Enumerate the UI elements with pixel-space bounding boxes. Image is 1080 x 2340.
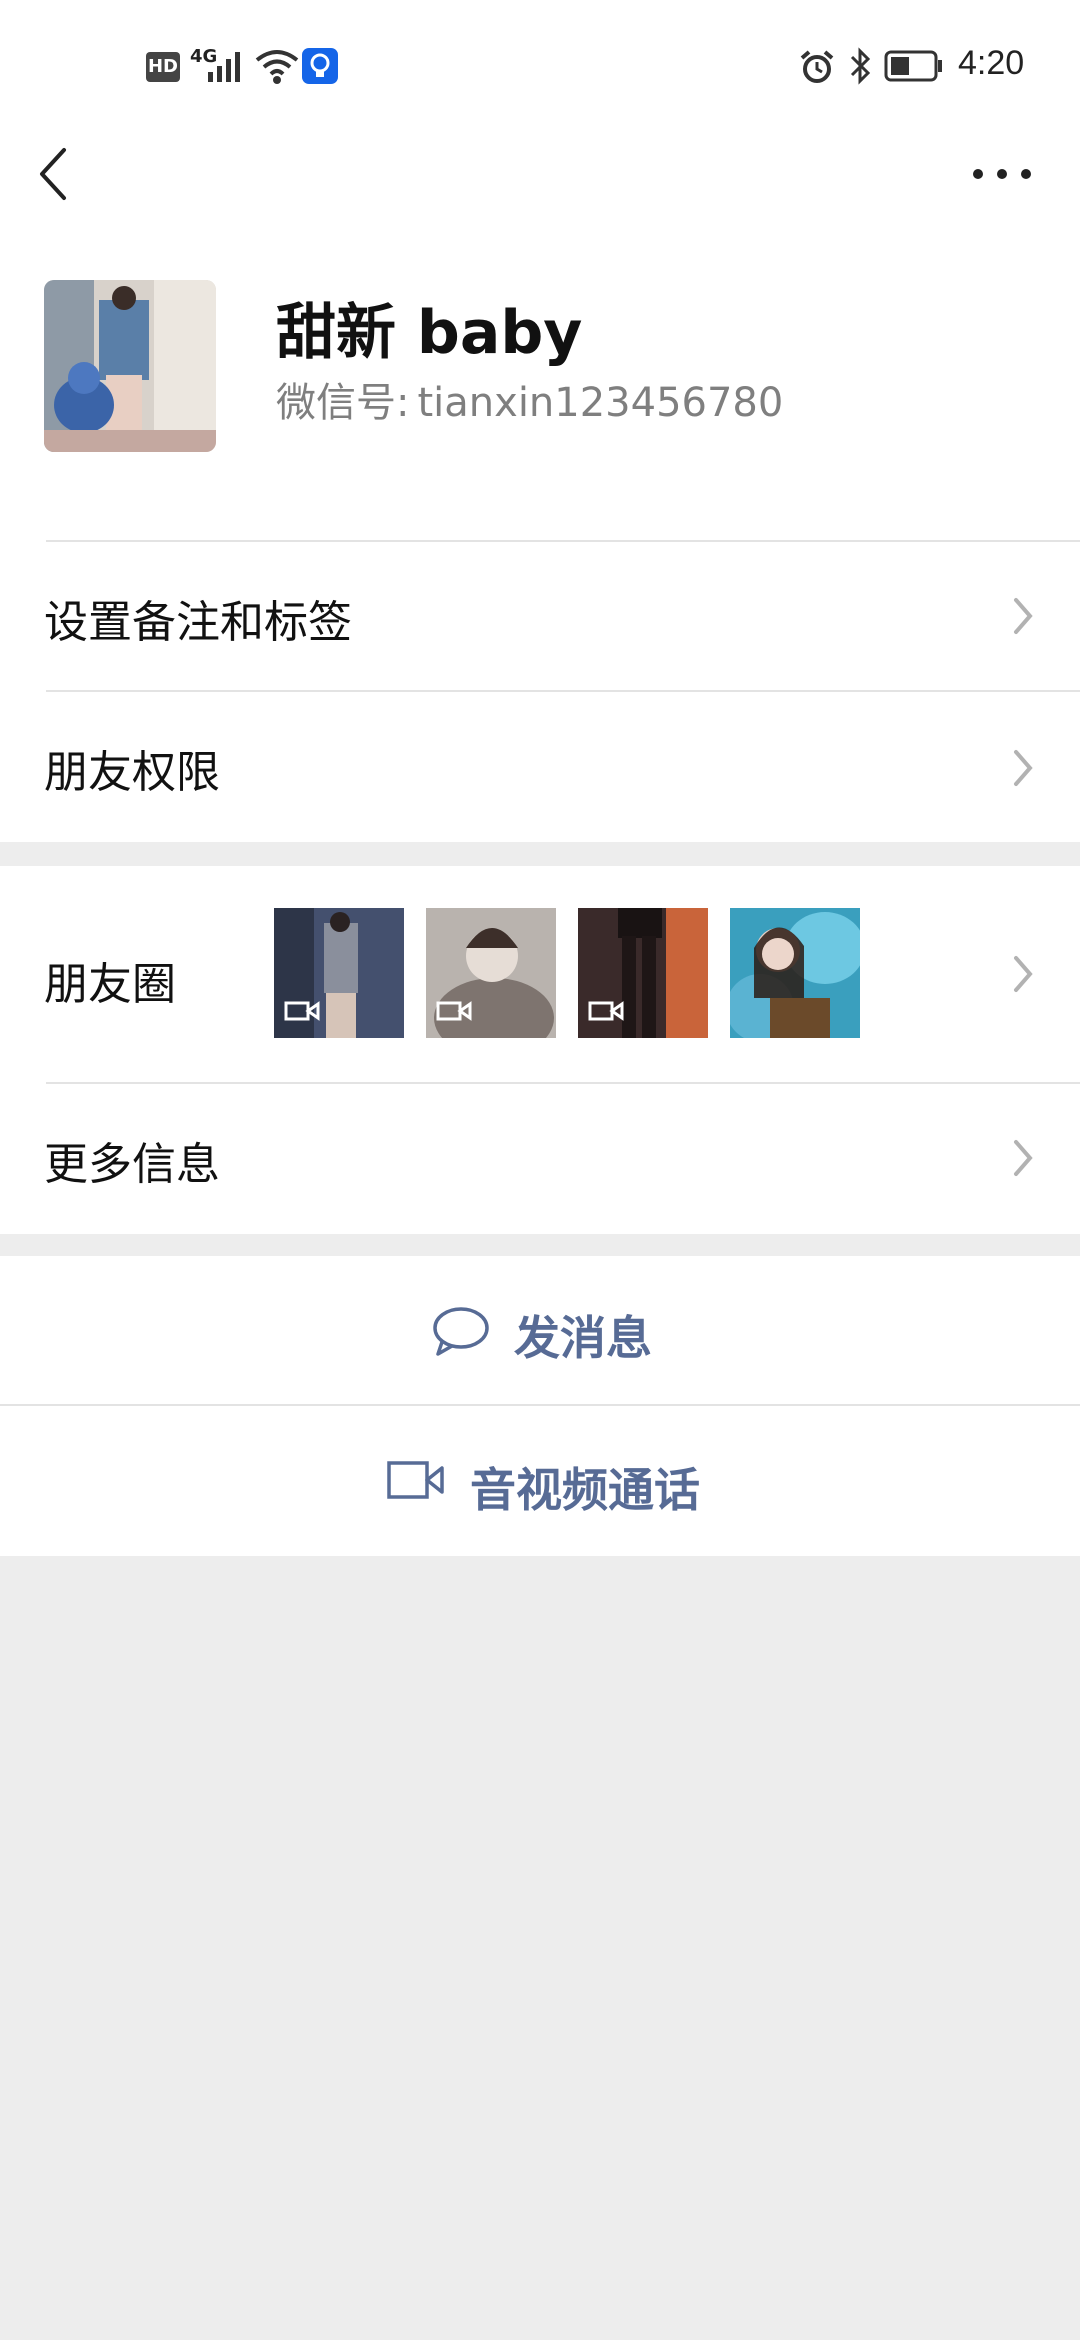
more-info-row[interactable]: 更多信息	[0, 1084, 1080, 1234]
av-call-button[interactable]: 音视频通话	[0, 1406, 1080, 1556]
moments-thumbnail	[578, 908, 708, 1038]
hd-icon: HD	[146, 52, 180, 82]
signal-icon	[208, 52, 240, 82]
moments-row[interactable]: 朋友圈	[0, 866, 1080, 1082]
settings-group: 设置备注和标签 朋友权限	[0, 540, 1080, 842]
moments-thumbnail	[426, 908, 556, 1038]
remark-label: 设置备注和标签	[44, 597, 352, 648]
chevron-right-icon	[1014, 1140, 1033, 1176]
chat-bubble-icon	[433, 1307, 489, 1356]
send-message-label: 发消息	[514, 1311, 652, 1365]
status-time: 4:20	[958, 44, 1025, 82]
video-call-icon	[387, 1461, 444, 1499]
wechat-id: 微信号: tianxin123456780	[276, 370, 783, 428]
contact-name: 甜新 baby	[276, 298, 583, 368]
more-icon[interactable]	[966, 152, 1038, 196]
wechat-id-value: tianxin123456780	[417, 380, 784, 426]
av-call-label: 音视频通话	[470, 1463, 700, 1517]
battery-icon	[884, 50, 942, 82]
chevron-right-icon	[1014, 956, 1033, 992]
info-group: 朋友圈 更多信息	[0, 866, 1080, 1234]
send-message-button[interactable]: 发消息	[0, 1256, 1080, 1406]
bulb-icon	[302, 48, 338, 84]
avatar[interactable]	[44, 280, 216, 452]
moments-thumbnail	[274, 908, 404, 1038]
moments-label: 朋友圈	[44, 959, 176, 1010]
remark-row[interactable]: 设置备注和标签	[0, 540, 1080, 692]
alarm-icon	[800, 50, 834, 83]
moments-thumbnail	[730, 908, 860, 1038]
chevron-right-icon	[1014, 750, 1033, 786]
chevron-right-icon	[1014, 598, 1033, 634]
bluetooth-icon	[850, 47, 871, 85]
wechat-id-label: 微信号:	[276, 380, 410, 426]
permissions-label: 朋友权限	[44, 747, 220, 798]
wifi-icon	[255, 50, 299, 84]
nav-bar	[0, 130, 1080, 240]
permissions-row[interactable]: 朋友权限	[0, 692, 1080, 842]
more-info-label: 更多信息	[44, 1139, 220, 1190]
back-icon[interactable]	[30, 142, 80, 206]
